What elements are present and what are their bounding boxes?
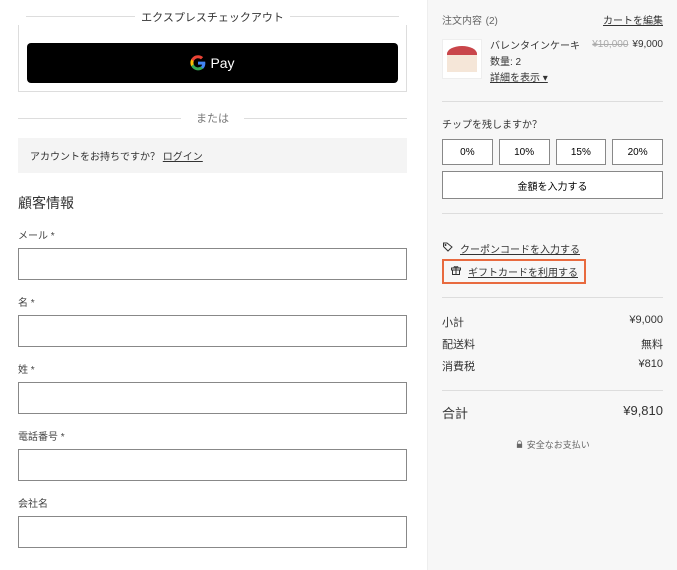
gift-icon (450, 264, 462, 279)
tip-option-1[interactable]: 10% (499, 139, 550, 165)
edit-cart-link[interactable]: カートを編集 (603, 12, 663, 27)
tip-option-3[interactable]: 20% (612, 139, 663, 165)
google-logo-icon (190, 55, 206, 71)
express-checkout-title: エクスプレスチェックアウト (135, 12, 290, 24)
company-label: 会社名 (18, 495, 407, 510)
giftcard-link[interactable]: ギフトカードを利用する (468, 264, 578, 279)
tip-question: チップを残しますか？ (442, 116, 663, 131)
grand-total-label: 合計 (442, 403, 468, 422)
cart-item: バレンタインケーキ 数量: 2 詳細を表示 ▾ ¥10,000 ¥9,000 (442, 39, 663, 102)
email-label: メール * (18, 227, 407, 242)
company-field[interactable] (18, 516, 407, 548)
tip-option-2[interactable]: 15% (556, 139, 607, 165)
account-prompt-bar: アカウントをお持ちですか？ ログイン (18, 138, 407, 173)
phone-field[interactable] (18, 449, 407, 481)
firstname-field[interactable] (18, 315, 407, 347)
product-thumbnail (442, 39, 482, 79)
tip-option-0[interactable]: 0% (442, 139, 493, 165)
firstname-label: 名 * (18, 294, 407, 309)
grand-total-value: ¥9,810 (623, 403, 663, 422)
tip-custom-amount-button[interactable]: 金額を入力する (442, 171, 663, 199)
product-qty: 数量: 2 (490, 55, 584, 71)
shipping-label: 配送料 (442, 336, 475, 352)
customer-info-heading: 顧客情報 (18, 193, 407, 213)
tax-value: ¥810 (639, 358, 663, 374)
coupon-link[interactable]: クーポンコードを入力する (460, 241, 580, 256)
lock-icon (515, 440, 524, 449)
secure-payment-note: 安全なお支払い (442, 438, 663, 451)
phone-label: 電話番号 * (18, 428, 407, 443)
or-divider: または (18, 110, 407, 126)
price-original: ¥10,000 (592, 39, 628, 50)
show-details-link[interactable]: 詳細を表示 ▾ (490, 73, 548, 84)
login-link[interactable]: ログイン (163, 152, 203, 163)
product-name: バレンタインケーキ (490, 39, 584, 55)
price-current: ¥9,000 (632, 39, 663, 50)
email-field[interactable] (18, 248, 407, 280)
lastname-label: 姓 * (18, 361, 407, 376)
lastname-field[interactable] (18, 382, 407, 414)
subtotal-label: 小計 (442, 314, 464, 330)
subtotal-value: ¥9,000 (629, 314, 663, 330)
tag-icon (442, 241, 454, 256)
order-summary-heading: 注文内容 (2) (442, 12, 498, 27)
google-pay-button[interactable]: Pay (27, 43, 398, 83)
shipping-value: 無料 (641, 336, 663, 352)
tax-label: 消費税 (442, 358, 475, 374)
